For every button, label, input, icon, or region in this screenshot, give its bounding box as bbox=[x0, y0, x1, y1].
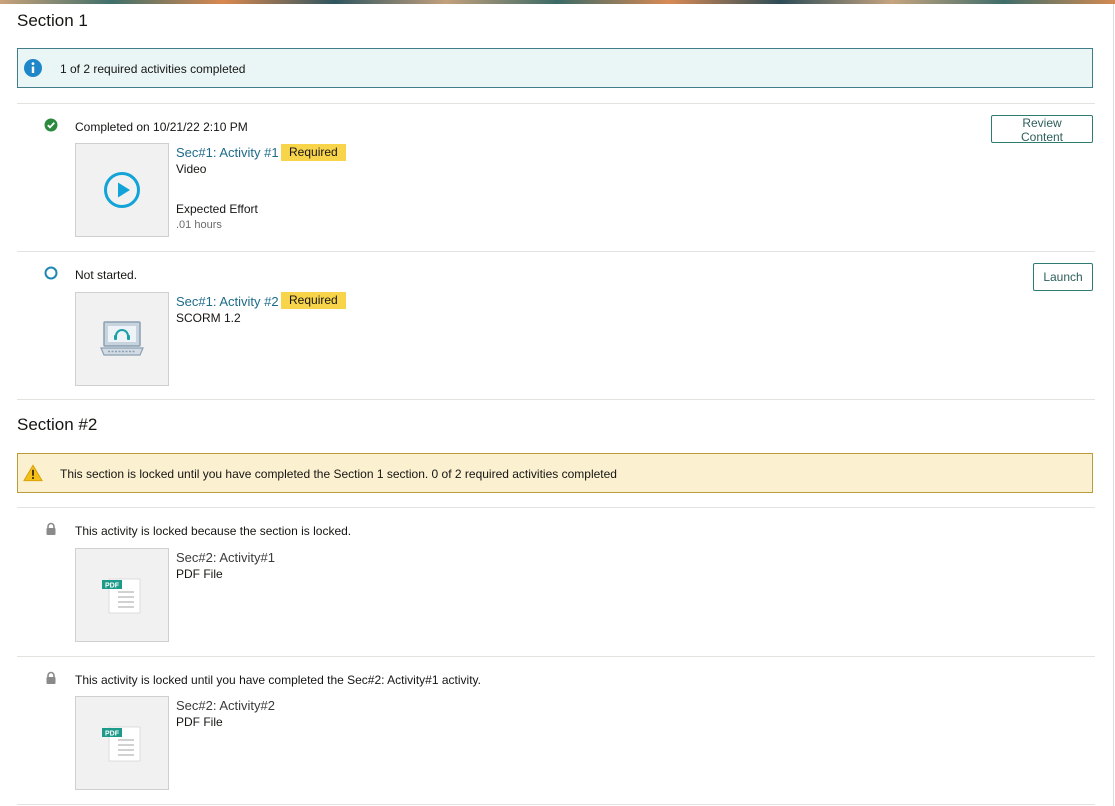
activity-title: Sec#2: Activity#2 bbox=[176, 698, 275, 713]
pdf-file-icon: PDF bbox=[102, 578, 141, 614]
empty-circle-icon bbox=[44, 266, 58, 280]
section-locked-banner: This section is locked until you have co… bbox=[17, 453, 1093, 493]
info-icon bbox=[24, 59, 42, 77]
activity-thumbnail: PDF bbox=[75, 696, 169, 790]
activity-type: Video bbox=[176, 162, 207, 176]
divider bbox=[17, 103, 1095, 104]
activity-thumbnail[interactable] bbox=[75, 143, 169, 237]
banner-text: This section is locked until you have co… bbox=[60, 467, 617, 481]
activity-status: This activity is locked until you have c… bbox=[75, 673, 481, 687]
divider bbox=[17, 251, 1095, 252]
expected-effort-label: Expected Effort bbox=[176, 202, 258, 216]
required-badge: Required bbox=[281, 292, 346, 309]
header-decorative-strip bbox=[0, 0, 1115, 4]
activity-status: Not started. bbox=[75, 268, 138, 282]
pdf-file-icon: PDF bbox=[102, 726, 141, 762]
warning-icon bbox=[23, 464, 43, 482]
section-title: Section 1 bbox=[17, 11, 88, 30]
activity-status: Completed on 10/21/22 2:10 PM bbox=[75, 120, 248, 134]
activity-type: PDF File bbox=[176, 715, 223, 729]
review-content-button[interactable]: Review Content bbox=[991, 115, 1093, 144]
required-badge: Required bbox=[281, 144, 346, 161]
expected-effort-value: .01 hours bbox=[176, 219, 222, 231]
play-circle-icon bbox=[104, 172, 140, 208]
activity-title-link[interactable]: Sec#1: Activity #2 bbox=[176, 294, 279, 309]
section-title: Section #2 bbox=[17, 415, 98, 434]
activity-title-link[interactable]: Sec#1: Activity #1 bbox=[176, 145, 279, 160]
scroll-edge bbox=[1113, 4, 1114, 806]
lock-icon bbox=[46, 671, 56, 684]
banner-text: 1 of 2 required activities completed bbox=[60, 62, 246, 76]
launch-button[interactable]: Launch bbox=[1033, 263, 1093, 291]
divider bbox=[17, 399, 1095, 400]
laptop-headset-icon bbox=[100, 321, 144, 356]
activity-thumbnail: PDF bbox=[75, 548, 169, 642]
activity-title: Sec#2: Activity#1 bbox=[176, 550, 275, 565]
lock-icon bbox=[46, 522, 56, 535]
activity-status: This activity is locked because the sect… bbox=[75, 524, 352, 538]
check-circle-icon bbox=[44, 118, 58, 132]
activity-type: PDF File bbox=[176, 567, 223, 581]
pdf-label: PDF bbox=[105, 730, 120, 737]
activity-thumbnail[interactable] bbox=[75, 292, 169, 386]
pdf-label: PDF bbox=[105, 582, 120, 589]
activity-type: SCORM 1.2 bbox=[176, 311, 241, 325]
divider bbox=[17, 656, 1095, 657]
divider bbox=[17, 804, 1095, 805]
divider bbox=[17, 507, 1095, 508]
section-progress-banner: 1 of 2 required activities completed bbox=[17, 48, 1093, 88]
